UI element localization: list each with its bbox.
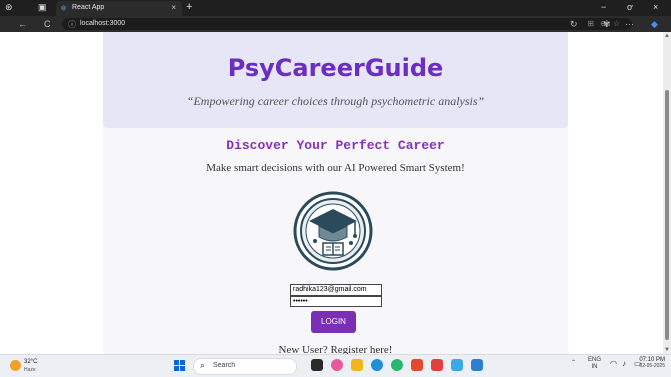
minimize-button[interactable]: −	[601, 2, 606, 12]
weather-condition: Haze	[24, 367, 36, 373]
url-bar[interactable]: ⓘ localhost:3000 ⊞⊖☆	[62, 18, 632, 30]
tray-region: IN	[591, 364, 598, 370]
password-field[interactable]: ••••••	[290, 296, 382, 307]
page-heading: Discover Your Perfect Career	[226, 138, 445, 153]
register-link[interactable]: New User? Register here!	[103, 344, 568, 354]
office-app-icon[interactable]	[431, 359, 443, 371]
react-favicon-icon: ⚛	[60, 4, 68, 13]
site-info-icon[interactable]: ⓘ	[68, 19, 76, 30]
browser-tab[interactable]: ⚛ React App ×	[56, 1, 182, 16]
store-app-icon[interactable]	[451, 359, 463, 371]
close-window-button[interactable]: ×	[653, 2, 658, 12]
edge-browser-icon[interactable]	[371, 359, 383, 371]
copilot-icon[interactable]: ◆	[651, 19, 658, 30]
refresh-extension-icon[interactable]: ↻	[570, 19, 578, 30]
page-subtitle: Make smart decisions with our AI Powered…	[206, 162, 465, 174]
url-text[interactable]: localhost:3000	[80, 20, 125, 27]
page-viewport: PsyCareerGuide “Empowering career choice…	[0, 32, 663, 354]
taskbar-search[interactable]: ⌕ Search	[193, 358, 297, 375]
restore-button[interactable]: ơ	[627, 2, 633, 12]
address-toolbar: ← C ⓘ localhost:3000 ⊞⊖☆ ↻ ✾ ··· ◆	[0, 16, 671, 32]
login-button[interactable]: LOGIN	[311, 311, 356, 333]
file-explorer-icon[interactable]	[351, 359, 363, 371]
tab-actions-icon[interactable]: ▣	[38, 2, 47, 13]
scroll-up-icon[interactable]: ▲	[664, 33, 670, 39]
chrome-browser-icon[interactable]	[391, 359, 403, 371]
tab-title: React App	[72, 4, 105, 11]
scroll-down-icon[interactable]: ▼	[664, 347, 670, 353]
scrollbar-thumb[interactable]	[665, 90, 669, 340]
new-tab-button[interactable]: +	[186, 1, 192, 13]
volume-icon[interactable]: ♪	[622, 359, 626, 368]
widgets-app-icon[interactable]	[331, 359, 343, 371]
graduation-cap-logo-icon	[293, 191, 373, 271]
windows-taskbar: 32°C Haze ⌕ Search ⌃ ENG IN ◠ ♪ ▭ 07:10 …	[0, 354, 671, 377]
start-menu-icon[interactable]	[174, 360, 185, 371]
page-scrollbar[interactable]: ▲ ▼	[663, 32, 671, 354]
tab-close-button[interactable]: ×	[171, 3, 176, 12]
clock-date: 02-05-2025	[639, 363, 665, 369]
weather-sun-icon	[10, 360, 21, 371]
back-icon[interactable]: ←	[18, 19, 27, 29]
vscode-icon[interactable]	[471, 359, 483, 371]
weather-widget[interactable]: 32°C Haze	[10, 358, 50, 374]
search-placeholder: Search	[213, 362, 236, 369]
tagline: “Empowering career choices through psych…	[186, 94, 485, 108]
task-view-icon[interactable]	[311, 359, 323, 371]
language-indicator[interactable]: ENG IN	[588, 357, 601, 371]
browser-titlebar: ⊛ ▣ ⚛ React App × + − ơ ×	[0, 0, 671, 16]
search-icon: ⌕	[200, 360, 206, 370]
brave-browser-icon[interactable]	[411, 359, 423, 371]
ladybug-extension-icon[interactable]: ✾	[603, 19, 611, 30]
tray-overflow-icon[interactable]: ⌃	[571, 359, 576, 366]
brand-title: PsyCareerGuide	[227, 54, 444, 82]
email-field[interactable]: radhika123@gmail.com	[290, 284, 382, 296]
more-menu-icon[interactable]: ···	[625, 19, 634, 29]
wifi-icon[interactable]: ◠	[610, 359, 617, 368]
profile-icon[interactable]: ⊛	[5, 2, 13, 13]
tray-lang: ENG	[588, 357, 602, 363]
reload-icon[interactable]: C	[44, 19, 51, 29]
app-container: PsyCareerGuide “Empowering career choice…	[103, 32, 568, 354]
system-clock[interactable]: 07:10 PM 02-05-2025	[639, 357, 665, 369]
app-header: PsyCareerGuide “Empowering career choice…	[103, 32, 568, 128]
weather-temp: 32°C	[24, 359, 38, 365]
